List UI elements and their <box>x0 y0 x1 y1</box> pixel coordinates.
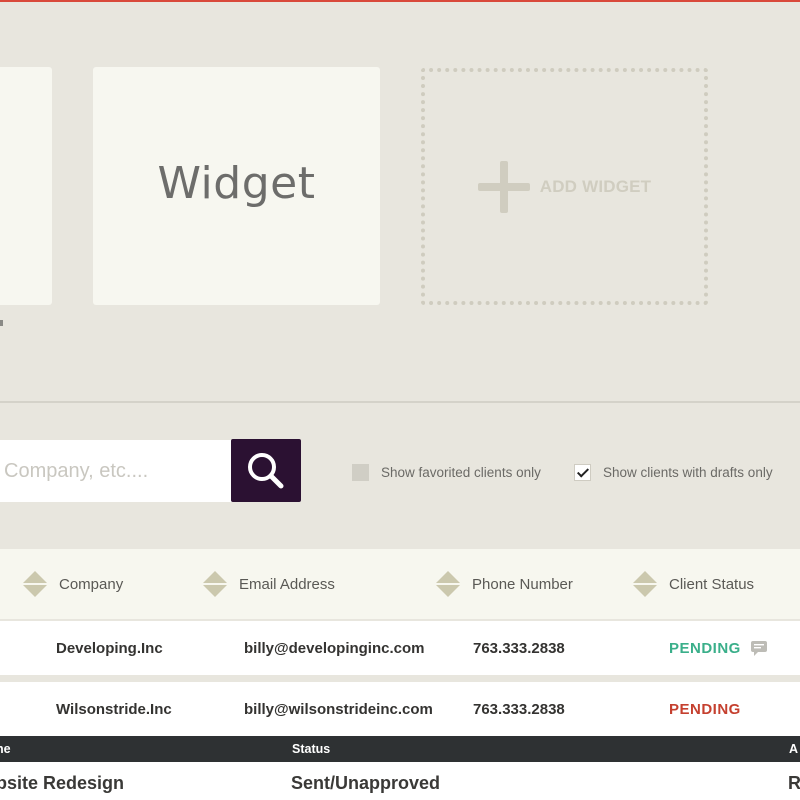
add-widget-label: ADD WIDGET <box>539 176 652 196</box>
phone-cell: 763.333.2838 <box>473 700 565 718</box>
favorited-label: Show favorited clients only <box>381 465 541 480</box>
email-cell: billy@wilsonstrideinc.com <box>244 700 433 718</box>
top-accent-line <box>0 0 800 2</box>
sort-icon[interactable] <box>633 571 657 597</box>
plus-icon <box>477 160 530 213</box>
filter-favorited[interactable]: Show favorited clients only <box>352 464 541 481</box>
add-widget-button[interactable]: ADD WIDGET <box>421 68 708 305</box>
drafts-checkbox[interactable] <box>574 464 591 481</box>
column-label: Company <box>59 575 124 593</box>
row-separator <box>0 675 800 682</box>
subtable-row[interactable]: bsite Redesign Sent/Unapproved R <box>0 762 800 800</box>
subtable-header: ne Status A <box>0 736 800 762</box>
email-cell: billy@developinginc.com <box>244 639 425 657</box>
table-row[interactable]: Developing.Inc billy@developinginc.com 7… <box>0 621 800 675</box>
project-status-cell: Sent/Unapproved <box>291 772 441 793</box>
company-cell: Wilsonstride.Inc <box>56 700 172 718</box>
phone-cell: 763.333.2838 <box>473 639 565 657</box>
column-label: Client Status <box>669 575 755 593</box>
table-row[interactable]: Wilsonstride.Inc billy@wilsonstrideinc.c… <box>0 682 800 736</box>
column-header-client-status[interactable]: Client Status <box>633 549 754 619</box>
search-icon <box>248 452 284 488</box>
project-name-cell: bsite Redesign <box>0 772 125 793</box>
partial-text-fragment <box>0 320 3 326</box>
column-header-company[interactable]: Company <box>23 549 123 619</box>
drafts-label: Show clients with drafts only <box>603 465 773 480</box>
favorited-checkbox[interactable] <box>352 464 369 481</box>
column-header-phone[interactable]: Phone Number <box>436 549 573 619</box>
table-header: Company Email Address Phone Number Clien… <box>0 549 800 619</box>
project-extra-cell: R <box>788 772 800 793</box>
search-button[interactable] <box>231 439 301 502</box>
search-input[interactable] <box>0 440 232 502</box>
column-label: Phone Number <box>472 575 573 593</box>
widget-card[interactable]: Widget <box>93 67 380 305</box>
widget-title: Widget <box>157 157 316 209</box>
status-badge: PENDING <box>669 639 741 657</box>
status-badge: PENDING <box>669 700 741 718</box>
subtable-column-status: Status <box>292 742 331 756</box>
column-header-email[interactable]: Email Address <box>203 549 335 619</box>
filter-drafts[interactable]: Show clients with drafts only <box>574 464 773 481</box>
sort-icon[interactable] <box>436 571 460 597</box>
column-label: Email Address <box>239 575 335 593</box>
subtable-column-name: ne <box>0 742 11 756</box>
section-divider <box>0 401 800 403</box>
subtable-column-a: A <box>789 742 799 756</box>
widget-card-partial[interactable] <box>0 67 52 326</box>
company-cell: Developing.Inc <box>56 639 163 657</box>
comment-icon[interactable] <box>751 641 767 656</box>
sort-icon[interactable] <box>203 571 227 597</box>
sort-icon[interactable] <box>23 571 47 597</box>
